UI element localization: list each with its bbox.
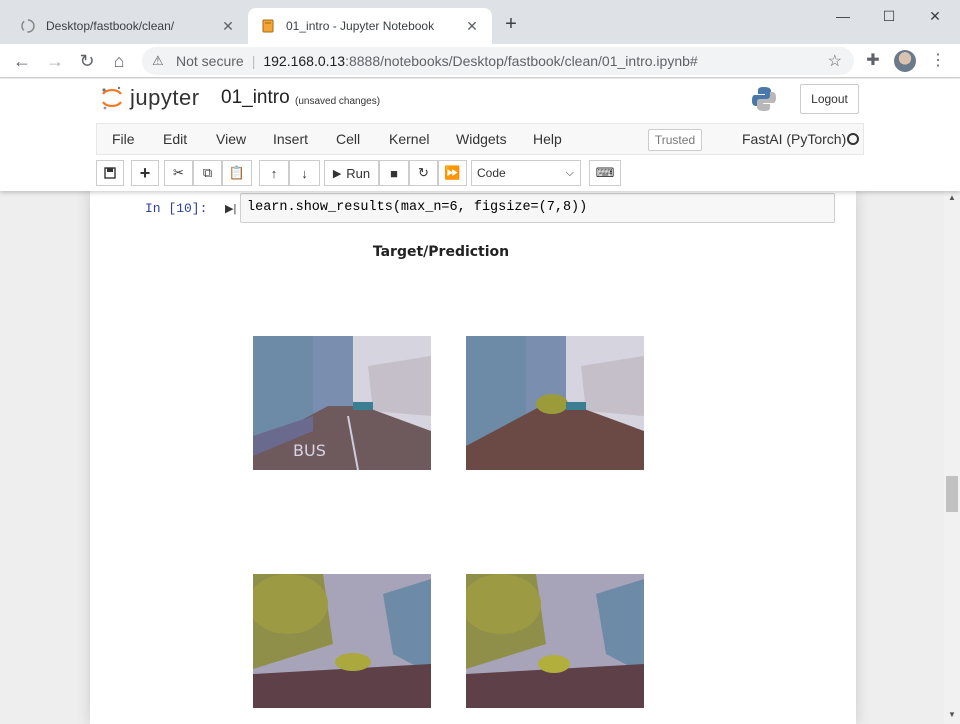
paste-icon[interactable]: 📋 — [222, 160, 252, 186]
notebook-favicon-icon — [262, 19, 274, 33]
stop-square-icon[interactable]: ■ — [379, 160, 409, 186]
code-text: learn.show_results(max_n=6, figsize=(7,8… — [247, 200, 588, 215]
maximize-icon[interactable]: ☐ — [866, 4, 912, 28]
keyboard-icon[interactable]: ⌨ — [589, 160, 621, 186]
kernel-name: FastAI (PyTorch) — [742, 131, 847, 147]
run-button[interactable]: ▶ Run — [324, 160, 379, 186]
output-figure-title: Target/Prediction — [372, 244, 510, 260]
cut-scissors-icon[interactable]: ✂ — [164, 160, 193, 186]
tab-title: Desktop/fastbook/clean/ — [46, 19, 175, 33]
browser-tab-inactive[interactable]: Desktop/fastbook/clean/ ✕ — [8, 8, 248, 44]
menu-widgets[interactable]: Widgets — [456, 131, 507, 147]
prediction-image-1 — [466, 336, 644, 470]
jupyter-header: jupyter 01_intro (unsaved changes) Logou… — [0, 79, 960, 191]
close-icon[interactable]: ✕ — [220, 18, 236, 34]
save-icon[interactable] — [96, 160, 124, 186]
copy-icon[interactable]: ⧉ — [193, 160, 222, 186]
jupyter-logo[interactable]: jupyter — [100, 85, 200, 111]
minimize-icon[interactable]: — — [820, 4, 866, 28]
browser-menu-icon[interactable]: ⋮ — [926, 49, 950, 73]
scroll-down-arrow-icon[interactable]: ▼ — [944, 710, 960, 722]
browser-tab-strip: Desktop/fastbook/clean/ ✕ 01_intro - Jup… — [0, 0, 960, 44]
tab-title: 01_intro - Jupyter Notebook — [286, 19, 435, 33]
target-image-1: BUS — [253, 336, 431, 470]
play-icon: ▶ — [332, 167, 342, 180]
menu-kernel[interactable]: Kernel — [389, 131, 429, 147]
run-label: Run — [346, 165, 371, 181]
move-up-arrow-icon[interactable]: ↑ — [259, 160, 289, 186]
menu-file[interactable]: File — [112, 131, 135, 147]
url-host: 192.168.0.13 — [263, 53, 346, 69]
code-cell-input[interactable]: learn.show_results(max_n=6, figsize=(7,8… — [240, 193, 835, 223]
jupyter-logo-icon — [102, 86, 122, 110]
menu-view[interactable]: View — [216, 131, 246, 147]
window-close-icon[interactable]: ✕ — [912, 4, 958, 28]
warning-icon: ⚠ — [152, 53, 164, 68]
menu-edit[interactable]: Edit — [163, 131, 187, 147]
home-icon[interactable]: ⌂ — [107, 49, 131, 73]
vertical-scrollbar[interactable] — [944, 191, 960, 724]
prediction-image-2 — [466, 574, 644, 708]
logout-button[interactable]: Logout — [800, 84, 859, 114]
forward-arrow-icon[interactable]: → — [43, 49, 67, 73]
chevron-down-icon: ⌵ — [565, 167, 574, 179]
cell-run-marker-icon: ▶| — [225, 203, 237, 215]
move-down-arrow-icon[interactable]: ↓ — [289, 160, 320, 186]
address-bar[interactable]: ⚠ Not secure | 192.168.0.13:8888/noteboo… — [142, 47, 854, 75]
new-tab-icon[interactable]: + — [500, 14, 522, 36]
trusted-indicator[interactable]: Trusted — [648, 129, 702, 151]
browser-tab-active[interactable]: 01_intro - Jupyter Notebook ✕ — [248, 8, 492, 44]
menu-insert[interactable]: Insert — [273, 131, 308, 147]
target-image-2 — [253, 574, 431, 708]
bookmark-star-icon[interactable]: ☆ — [828, 51, 842, 71]
svg-text:BUS: BUS — [293, 441, 326, 460]
notebook-name[interactable]: 01_intro — [221, 87, 290, 109]
python-logo-icon — [752, 87, 776, 111]
profile-avatar[interactable] — [894, 50, 916, 72]
cell-prompt: In [10]: — [145, 201, 208, 216]
save-status: (unsaved changes) — [295, 96, 381, 107]
fast-forward-icon[interactable]: ⏩ — [438, 160, 467, 186]
extensions-puzzle-icon[interactable]: ✚ — [861, 49, 885, 73]
browser-toolbar: ← → ↻ ⌂ ⚠ Not secure | 192.168.0.13:8888… — [0, 44, 960, 78]
menu-bar: File Edit View Insert Cell Kernel Widget… — [96, 123, 864, 155]
menu-cell[interactable]: Cell — [336, 131, 360, 147]
security-label: Not secure — [176, 53, 244, 69]
reload-icon[interactable]: ↻ — [75, 49, 99, 73]
restart-kernel-icon[interactable]: ↻ — [409, 160, 438, 186]
jupyter-wordmark: jupyter — [130, 85, 200, 110]
insert-cell-plus-icon[interactable]: + — [131, 160, 159, 186]
close-icon[interactable]: ✕ — [464, 18, 480, 34]
separator: | — [251, 53, 256, 69]
jupyter-favicon-icon — [21, 19, 35, 33]
menu-help[interactable]: Help — [533, 131, 562, 147]
kernel-status-icon — [847, 133, 859, 145]
scroll-up-arrow-icon[interactable]: ▲ — [944, 193, 960, 205]
url-path: :8888/notebooks/Desktop/fastbook/clean/0… — [345, 53, 698, 69]
scrollbar-thumb[interactable] — [946, 476, 958, 512]
cell-type-value: Code — [477, 166, 506, 180]
back-arrow-icon[interactable]: ← — [10, 49, 34, 73]
cell-type-select[interactable]: Code ⌵ — [471, 160, 581, 186]
